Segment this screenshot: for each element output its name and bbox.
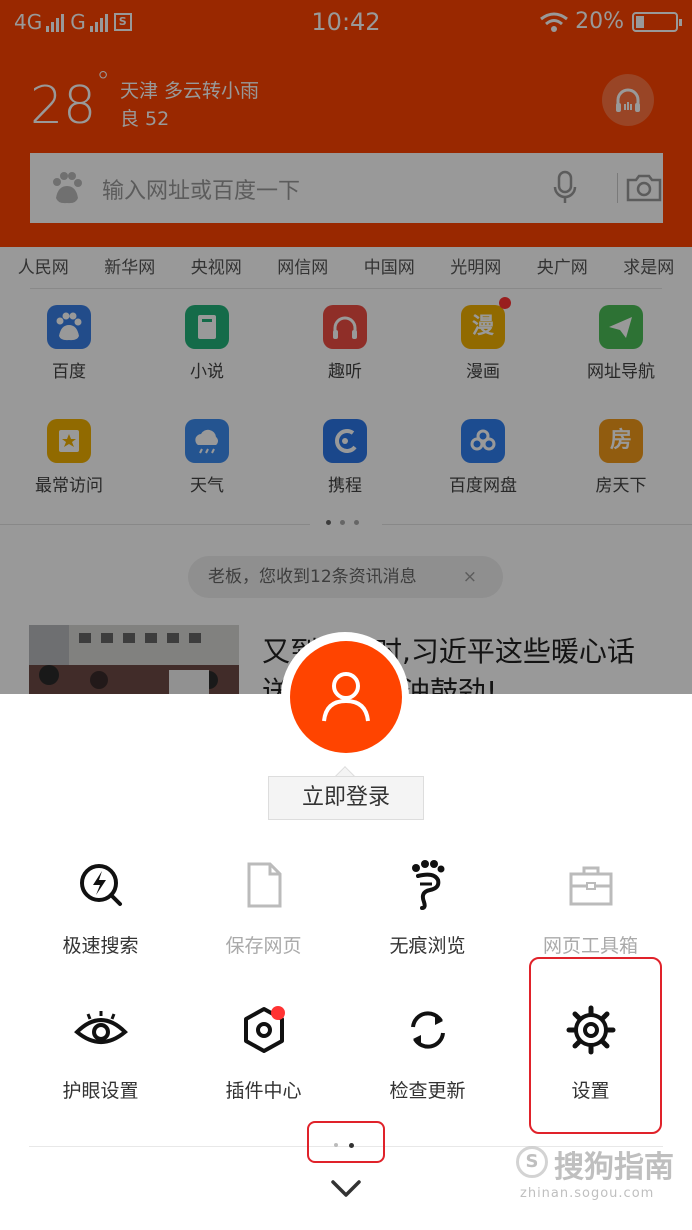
menu-label: 无痕浏览 [389, 935, 466, 957]
highlight-box-settings [529, 957, 662, 1134]
menu-item-incognito[interactable]: 无痕浏览 [346, 855, 509, 958]
watermark: S 搜狗指南 zhinan.sogou.com [512, 1142, 682, 1222]
dim-overlay[interactable] [0, 0, 692, 694]
menu-item-toolbox: 网页工具箱 [509, 855, 672, 958]
menu-item-check-update[interactable]: 检查更新 [346, 1000, 509, 1103]
menu-label: 检查更新 [389, 1080, 466, 1102]
notification-dot [271, 1006, 285, 1020]
collapse-button[interactable] [330, 1176, 362, 1204]
user-icon [322, 672, 370, 722]
menu-item-eye-care[interactable]: 护眼设置 [19, 1000, 182, 1103]
menu-item-plugins[interactable]: 插件中心 [182, 1000, 345, 1103]
footprint-icon [411, 860, 444, 910]
menu-label: 插件中心 [225, 1080, 302, 1102]
menu-label: 网页工具箱 [542, 935, 638, 957]
eye-icon [73, 1011, 128, 1044]
avatar[interactable] [290, 641, 402, 753]
menu-label: 极速搜索 [62, 935, 139, 957]
lightning-search-icon [79, 864, 122, 906]
refresh-icon [410, 1011, 445, 1049]
watermark-logo: S [516, 1146, 548, 1178]
highlight-box-page-indicator [307, 1121, 385, 1163]
browser-home-page: 4G G S 10:42 20% 28° 天津 多云转小雨 良 52 输入网址或… [0, 0, 692, 694]
toolbox-icon [569, 866, 612, 906]
document-icon [247, 862, 281, 908]
chevron-down-icon [331, 1180, 361, 1197]
watermark-brand: 搜狗指南 [554, 1150, 674, 1185]
watermark-url: zhinan.sogou.com [520, 1186, 655, 1201]
menu-label: 护眼设置 [62, 1080, 139, 1102]
menu-label: 保存网页 [225, 935, 302, 957]
menu-item-fast-search[interactable]: 极速搜索 [19, 855, 182, 958]
menu-item-save-page: 保存网页 [182, 855, 345, 958]
login-button[interactable]: 立即登录 [268, 776, 424, 820]
